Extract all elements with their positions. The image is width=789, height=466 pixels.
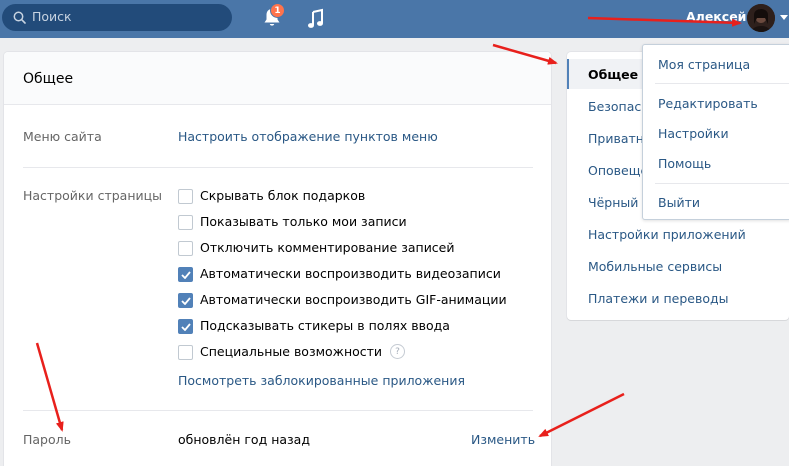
side-menu-item-payments[interactable]: Платежи и переводы <box>588 291 729 306</box>
dropdown-item-my-page[interactable]: Моя страница <box>658 57 750 72</box>
arrow-annotation <box>538 392 625 438</box>
notification-badge: 1 <box>270 3 285 18</box>
option-label: Автоматически воспроизводить видеозаписи <box>200 266 501 281</box>
checkmark-icon <box>181 297 191 305</box>
checkbox-checked[interactable] <box>178 293 193 308</box>
site-menu-label: Меню сайта <box>23 129 102 144</box>
side-menu-item-mobile[interactable]: Мобильные сервисы <box>588 259 722 274</box>
password-label: Пароль <box>23 432 71 447</box>
search-box[interactable]: Поиск <box>2 4 232 31</box>
dropdown-item-settings[interactable]: Настройки <box>658 126 729 141</box>
page-title: Общее <box>23 71 74 87</box>
search-placeholder: Поиск <box>32 9 72 24</box>
option-label: Показывать только мои записи <box>200 214 407 229</box>
side-menu-item-general[interactable]: Общее <box>588 67 638 82</box>
dropdown-item-logout[interactable]: Выйти <box>658 195 700 210</box>
checkbox[interactable] <box>178 241 193 256</box>
option-label: Автоматически воспроизводить GIF-анимаци… <box>200 292 507 307</box>
checkbox-checked[interactable] <box>178 319 193 334</box>
dropdown-divider <box>655 83 789 84</box>
checkbox-checked[interactable] <box>178 267 193 282</box>
configure-menu-link[interactable]: Настроить отображение пунктов меню <box>178 129 438 144</box>
side-menu-item-notifications[interactable]: Оповеще <box>588 163 648 178</box>
option-label: Подсказывать стикеры в полях ввода <box>200 318 450 333</box>
change-password-link[interactable]: Изменить <box>471 432 535 447</box>
side-menu-item-security[interactable]: Безопасн <box>588 99 649 114</box>
checkbox[interactable] <box>178 189 193 204</box>
checkmark-icon <box>181 323 191 331</box>
side-menu-item-app-settings[interactable]: Настройки приложений <box>588 227 746 242</box>
side-menu-active-marker <box>567 59 569 89</box>
checkbox[interactable] <box>178 345 193 360</box>
dropdown-item-help[interactable]: Помощь <box>658 156 711 171</box>
blocked-apps-link[interactable]: Посмотреть заблокированные приложения <box>178 373 465 388</box>
help-icon[interactable]: ? <box>390 344 405 359</box>
user-name[interactable]: Алексей <box>686 9 746 24</box>
page-settings-label: Настройки страницы <box>23 188 162 203</box>
dropdown-divider <box>655 183 789 184</box>
top-bar: Поиск 1 Алексей <box>0 0 789 38</box>
option-label: Отключить комментирование записей <box>200 240 455 255</box>
avatar[interactable] <box>747 4 775 32</box>
chevron-down-icon[interactable] <box>780 15 788 20</box>
settings-card: Общее Меню сайта Настроить отображение п… <box>4 52 551 466</box>
divider <box>23 167 533 168</box>
divider <box>23 410 533 411</box>
search-icon <box>13 11 26 24</box>
music-icon[interactable] <box>307 8 325 30</box>
option-label: Специальные возможности <box>200 344 383 359</box>
password-status: обновлён год назад <box>178 432 310 447</box>
option-label: Скрывать блок подарков <box>200 188 366 203</box>
checkbox[interactable] <box>178 215 193 230</box>
card-header: Общее <box>4 52 551 105</box>
dropdown-item-edit[interactable]: Редактировать <box>658 96 758 111</box>
checkmark-icon <box>181 271 191 279</box>
side-menu-item-blacklist[interactable]: Чёрный с <box>588 195 649 210</box>
user-dropdown-menu: Моя страница Редактировать Настройки Пом… <box>642 44 789 220</box>
